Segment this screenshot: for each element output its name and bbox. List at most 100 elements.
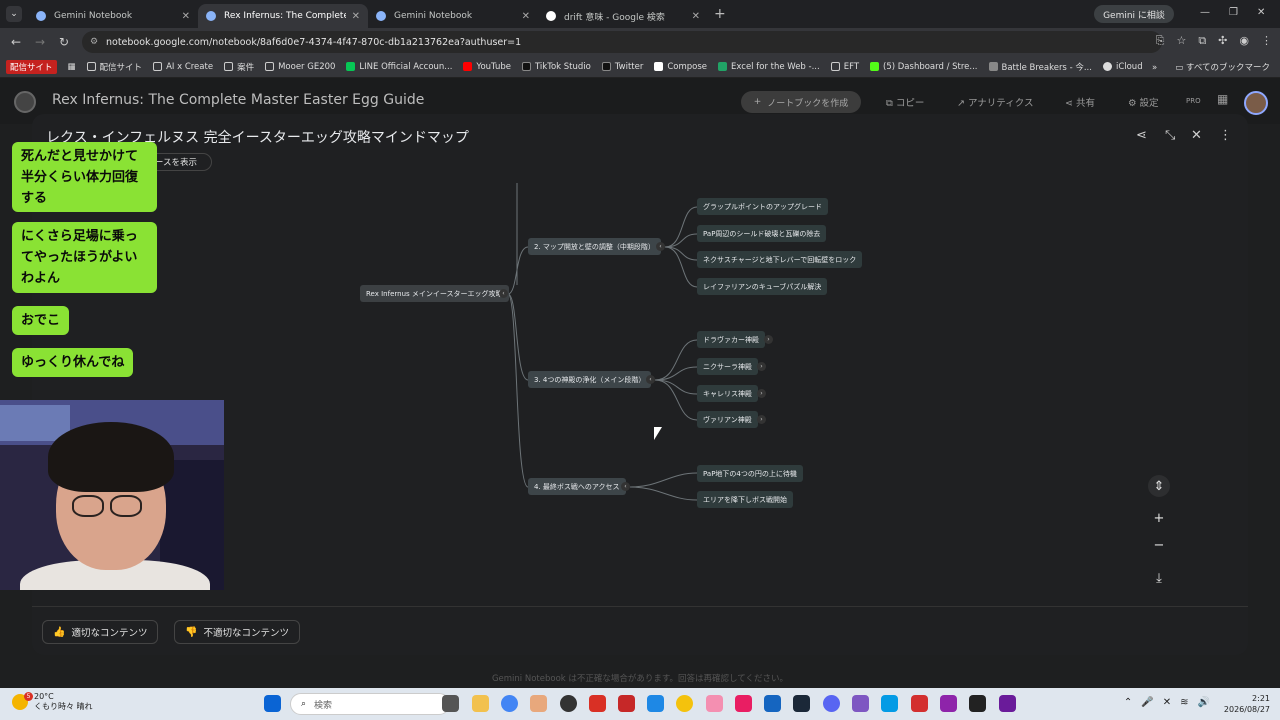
bookmark-item[interactable]: iCloud <box>1102 62 1143 72</box>
minimize-icon[interactable]: — <box>1200 7 1210 18</box>
close-tab-icon[interactable]: ✕ <box>692 11 700 22</box>
mindmap-leaf-node[interactable]: ネクサスチャージと地下レバーで回転壁をロック <box>697 251 863 268</box>
gemini-consult-button[interactable]: Gemini に相談 <box>1094 5 1174 23</box>
mindmap-leaf-node[interactable]: エリアを降下しボス戦開始 <box>697 491 793 508</box>
more-vert-icon[interactable]: ⋮ <box>1219 128 1232 143</box>
close-tab-icon[interactable]: ✕ <box>522 11 530 22</box>
new-tab-icon[interactable]: + <box>714 6 726 22</box>
bookmark-star-icon[interactable]: ☆ <box>1176 34 1186 48</box>
tab-4[interactable]: drift 意味 - Google 検索 ✕ <box>538 4 708 28</box>
expand-chevron-icon[interactable]: › <box>757 389 766 398</box>
app-icon[interactable] <box>852 695 869 712</box>
collapse-chevron-icon[interactable]: ‹ <box>656 242 665 251</box>
apps-icon[interactable]: ▦ <box>68 62 76 72</box>
app-icon[interactable] <box>969 695 986 712</box>
app-icon[interactable] <box>735 695 752 712</box>
app-icon[interactable] <box>911 695 928 712</box>
steam-icon[interactable] <box>793 695 810 712</box>
maximize-icon[interactable]: ❐ <box>1229 7 1238 18</box>
app-tray-icon[interactable]: ✕ <box>1163 697 1171 708</box>
mindmap-leaf-node[interactable]: ニクサーラ神殿 <box>697 358 758 375</box>
close-window-icon[interactable]: ✕ <box>1257 7 1265 18</box>
windows-start-icon[interactable] <box>264 695 281 712</box>
zoom-out-icon[interactable]: − <box>1148 534 1170 556</box>
app-icon[interactable] <box>589 695 606 712</box>
reload-icon[interactable]: ↻ <box>52 35 76 49</box>
mindmap-leaf-node[interactable]: ヴァリアン神殿 <box>697 411 758 428</box>
bookmark-item[interactable]: Twitter <box>601 62 643 72</box>
menu-icon[interactable]: ⋮ <box>1261 34 1272 48</box>
bookmark-item[interactable]: AI x Create <box>153 62 213 72</box>
apps-grid-icon[interactable]: ▦ <box>1217 92 1228 106</box>
bookmark-item[interactable]: 案件 <box>224 61 254 73</box>
bookmark-item[interactable]: Excel for the Web -... <box>718 62 820 72</box>
all-bookmarks[interactable]: » ▭ すべてのブックマーク <box>1152 61 1270 73</box>
copy-button[interactable]: ⧉ コピー <box>886 95 924 109</box>
bookmark-item[interactable]: YouTube <box>463 62 511 72</box>
mindmap-branch-node[interactable]: 2. マップ開放と壁の調整（中期段階） <box>528 238 661 255</box>
back-icon[interactable]: ← <box>4 35 28 49</box>
mindmap-leaf-node[interactable]: キャレリス神殿 <box>697 385 758 402</box>
bookmark-item[interactable]: (5) Dashboard / Stre... <box>870 62 978 72</box>
clock[interactable]: 2:21 2026/08/27 <box>1224 693 1270 715</box>
bookmark-item[interactable]: Mooer GE200 <box>265 62 335 72</box>
edge-icon[interactable] <box>647 695 664 712</box>
mindmap-leaf-node[interactable]: レイファリアンのキューブパズル解決 <box>697 278 828 295</box>
bookmark-item[interactable]: Compose <box>654 62 707 72</box>
wifi-icon[interactable]: ≋ <box>1180 697 1188 708</box>
close-tab-icon[interactable]: ✕ <box>182 11 190 22</box>
cast-icon[interactable]: ⎘ <box>1156 34 1165 48</box>
bookmark-item[interactable]: Battle Breakers - 今... <box>988 61 1092 73</box>
bookmark-item[interactable]: 配信サイト <box>6 59 57 74</box>
app-icon[interactable] <box>940 695 957 712</box>
collapse-chevron-icon[interactable]: ‹ <box>621 482 630 491</box>
bookmark-item[interactable]: 配信サイト <box>86 61 142 73</box>
site-info-icon[interactable]: ⚙ <box>90 37 98 47</box>
forward-icon[interactable]: → <box>28 35 52 49</box>
app-icon[interactable] <box>530 695 547 712</box>
app-icon[interactable] <box>764 695 781 712</box>
app-icon[interactable] <box>618 695 635 712</box>
url-input[interactable]: ⚙ notebook.google.com/notebook/8af6d0e7-4… <box>82 31 1162 53</box>
app-icon[interactable] <box>881 695 898 712</box>
download-icon[interactable]: ⤓ <box>1148 567 1170 589</box>
collapse-icon[interactable]: ⤡ <box>1165 128 1175 143</box>
app-icon[interactable] <box>706 695 723 712</box>
obs-icon[interactable] <box>560 695 577 712</box>
profile-icon[interactable]: ◉ <box>1239 34 1249 48</box>
extensions-icon[interactable]: ⧉ <box>1198 34 1206 48</box>
notebook-logo-icon[interactable] <box>14 91 36 113</box>
more-bookmarks-icon[interactable]: » <box>1152 63 1157 73</box>
mindmap-branch-node[interactable]: 4. 最終ボス戦へのアクセス <box>528 478 626 495</box>
taskbar-search-input[interactable]: ⌕ 検索 <box>290 693 450 715</box>
close-icon[interactable]: ✕ <box>1191 128 1202 143</box>
bookmark-item[interactable]: EFT <box>830 62 859 72</box>
mindmap-leaf-node[interactable]: ドラヴァカー神殿 <box>697 331 765 348</box>
bookmark-item[interactable]: LINE Official Accoun... <box>346 62 452 72</box>
mindmap-root-node[interactable]: Rex Infernus メインイースターエッグ攻略 <box>360 285 509 302</box>
mindmap-branch-node[interactable]: 3. 4つの神殿の浄化（メイン段階） <box>528 371 652 388</box>
tab-1[interactable]: Gemini Notebook ✕ <box>28 4 198 28</box>
mindmap-leaf-node[interactable]: PaP周辺のシールド破壊と瓦礫の除去 <box>697 225 827 242</box>
app-icon[interactable] <box>999 695 1016 712</box>
close-tab-icon[interactable]: ✕ <box>352 11 360 22</box>
discord-icon[interactable] <box>823 695 840 712</box>
tab-2[interactable]: Rex Infernus: The Complete Ma ✕ <box>198 4 368 28</box>
bad-content-button[interactable]: 👎 不適切なコンテンツ <box>174 620 300 644</box>
chevron-up-icon[interactable]: ⌃ <box>1124 697 1132 708</box>
settings-button[interactable]: ⚙ 設定 <box>1128 95 1159 109</box>
file-explorer-icon[interactable] <box>472 695 489 712</box>
expand-chevron-icon[interactable]: › <box>757 362 766 371</box>
tab-search-icon[interactable]: ⌄ <box>6 6 22 22</box>
analytics-button[interactable]: ↗ アナリティクス <box>957 95 1033 109</box>
expand-chevron-icon[interactable]: › <box>764 335 773 344</box>
zoom-in-icon[interactable]: + <box>1148 507 1170 529</box>
bookmark-item[interactable]: TikTok Studio <box>521 62 591 72</box>
tab-3[interactable]: Gemini Notebook ✕ <box>368 4 538 28</box>
collapse-chevron-icon[interactable]: ‹ <box>499 289 508 298</box>
good-content-button[interactable]: 👍 適切なコンテンツ <box>42 620 159 644</box>
mic-icon[interactable]: 🎤 <box>1141 697 1153 708</box>
avatar[interactable] <box>1244 91 1268 115</box>
app-icon[interactable] <box>676 695 693 712</box>
mindmap-leaf-node[interactable]: グラップルポイントのアップグレード <box>697 198 828 215</box>
